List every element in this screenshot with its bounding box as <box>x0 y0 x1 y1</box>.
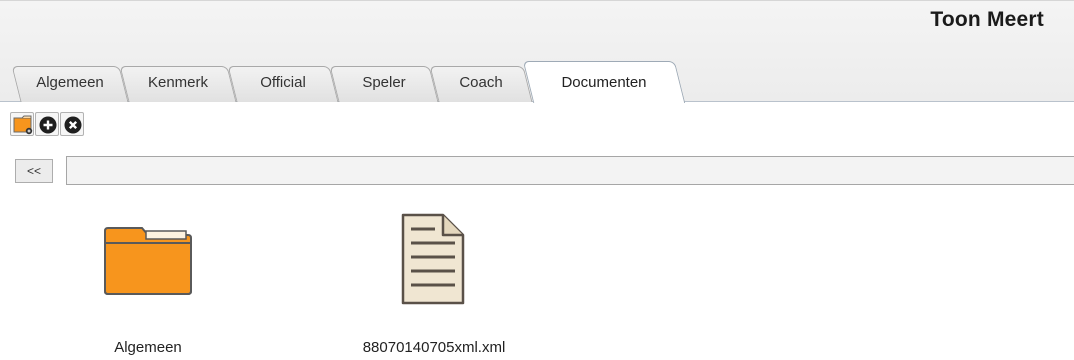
item-name: 88070140705xml.xml <box>362 339 506 356</box>
add-button[interactable] <box>35 112 59 136</box>
tab-label: Speler <box>362 74 406 91</box>
tab-coach[interactable]: Coach <box>429 66 533 102</box>
tab-label: Algemeen <box>36 74 104 91</box>
document-icon <box>401 213 467 312</box>
folder-item-algemeen[interactable]: Algemeen <box>58 205 238 356</box>
tab-official[interactable]: Official <box>227 66 339 102</box>
path-input[interactable] <box>66 156 1074 185</box>
remove-button[interactable] <box>60 112 84 136</box>
tab-label: Kenmerk <box>147 74 209 91</box>
folder-icon <box>102 225 194 302</box>
tab-label: Documenten <box>561 74 647 91</box>
back-button[interactable]: << <box>15 159 53 183</box>
item-name: Algemeen <box>114 339 182 356</box>
tab-documenten[interactable]: Documenten <box>522 61 686 103</box>
tab-label: Official <box>260 74 306 91</box>
new-folder-button[interactable] <box>10 112 34 136</box>
file-item-xml[interactable]: 88070140705xml.xml <box>344 205 524 356</box>
tab-speler[interactable]: Speler <box>329 66 439 102</box>
tab-kenmerk[interactable]: Kenmerk <box>119 66 237 102</box>
tab-strip: Algemeen Kenmerk Official Speler Coach D… <box>0 0 1074 103</box>
tab-algemeen[interactable]: Algemeen <box>11 66 129 102</box>
tab-label: Coach <box>459 74 503 91</box>
